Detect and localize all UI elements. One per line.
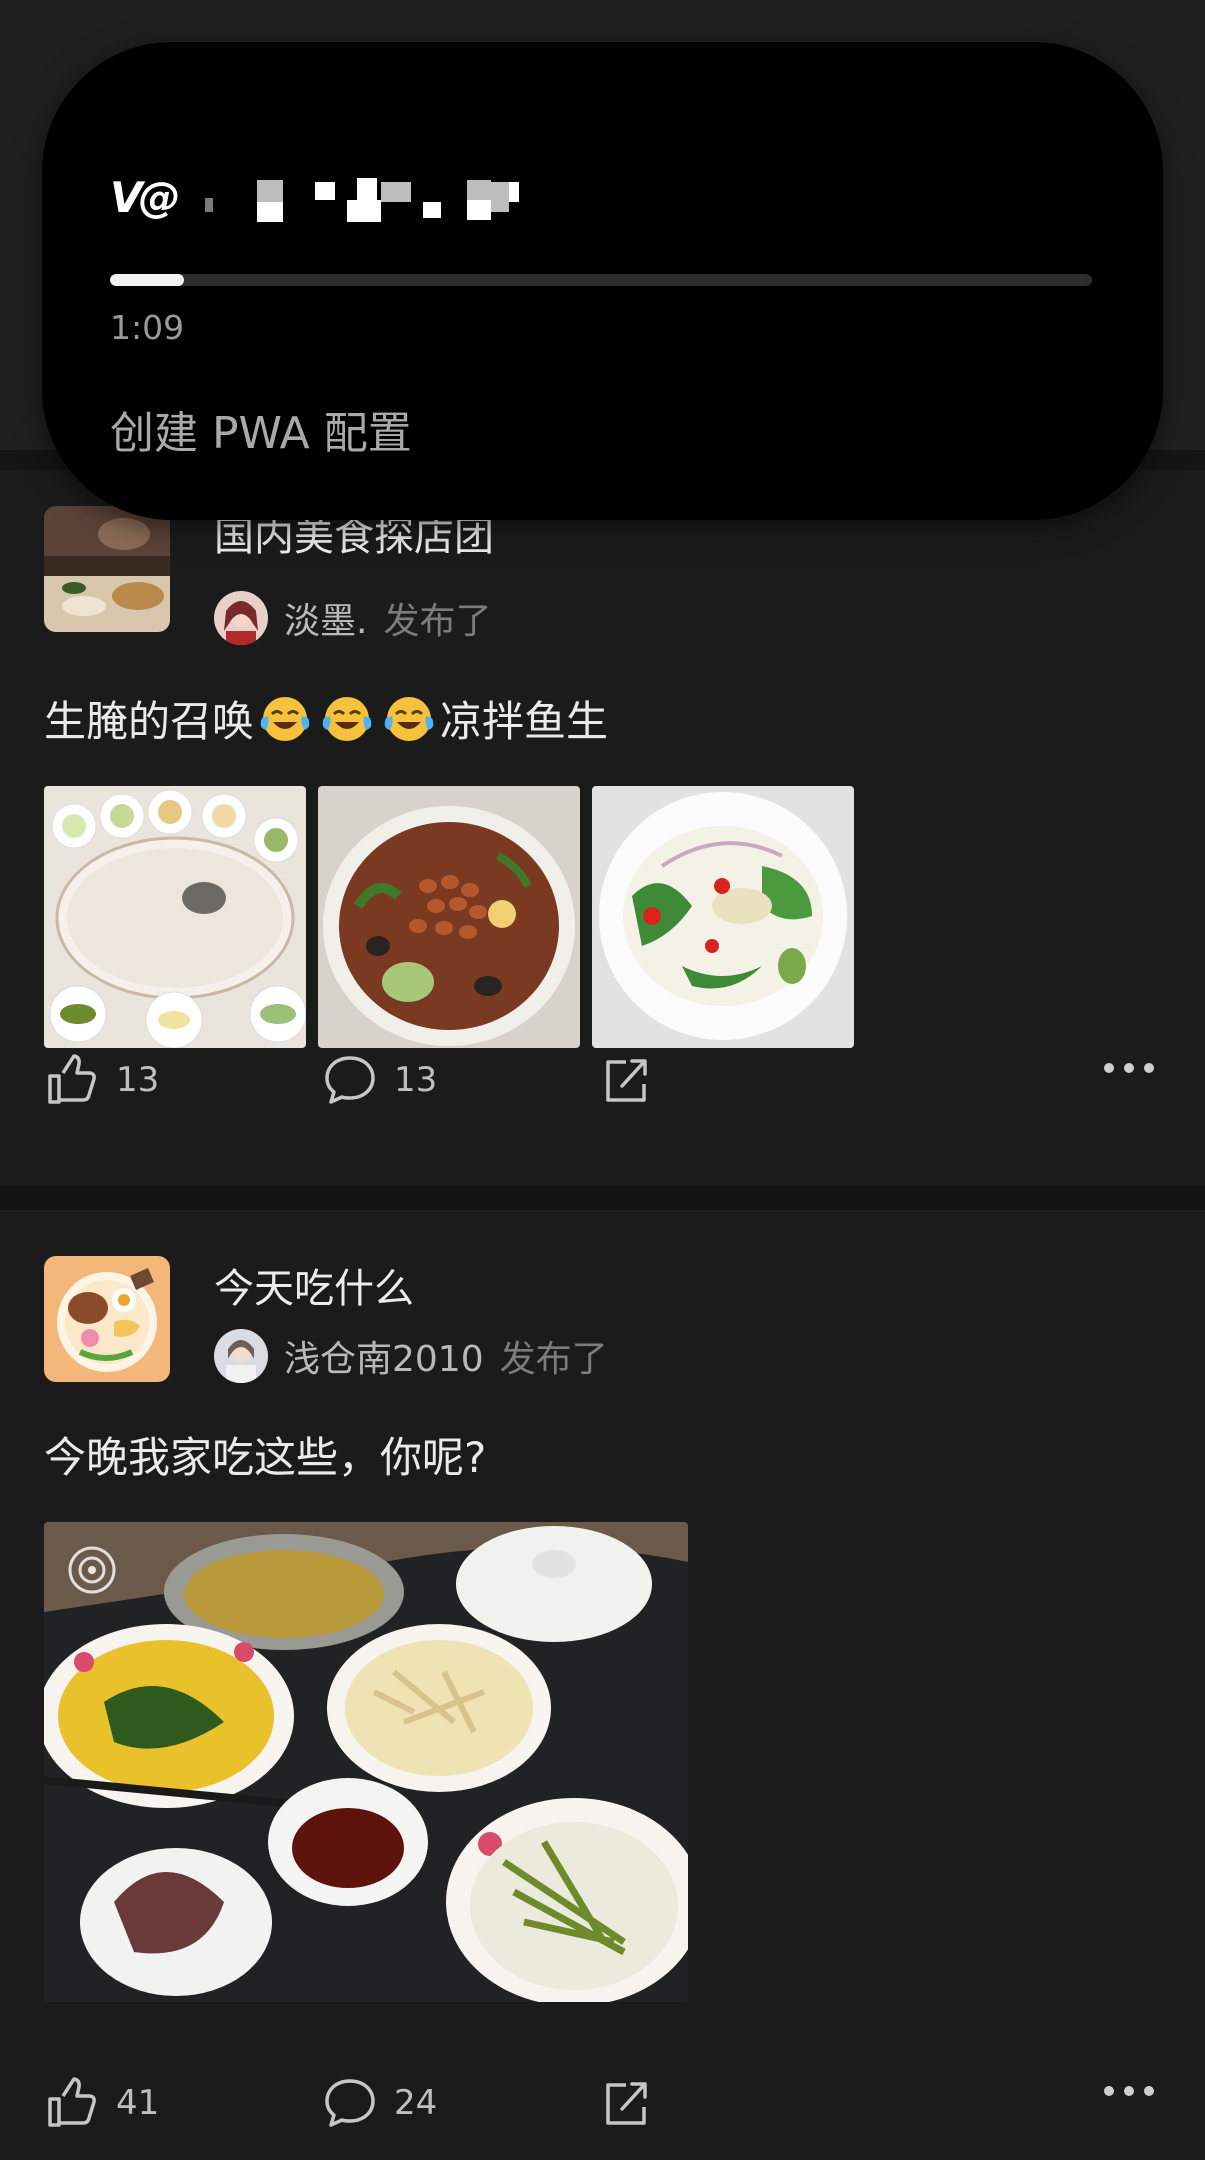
post-divider <box>0 1186 1205 1210</box>
post-actions: 41 24 <box>44 2068 1164 2138</box>
tears-of-joy-icon <box>260 696 310 741</box>
tears-of-joy-icon <box>322 696 372 741</box>
author-row[interactable]: 浅仓南2010 发布了 <box>214 1328 608 1384</box>
group-avatar[interactable] <box>44 1256 170 1382</box>
group-name[interactable]: 今天吃什么 <box>214 1256 414 1314</box>
activity-action-label[interactable]: 创建 PWA 配置 <box>110 397 412 461</box>
post-text-end: 凉拌鱼生 <box>440 697 609 746</box>
thumbs-up-icon <box>48 2077 96 2127</box>
playback-progress-bar[interactable] <box>110 274 1092 286</box>
comment-bubble-icon <box>325 2079 375 2127</box>
share-icon <box>606 1059 647 1102</box>
playback-progress-fill <box>110 274 184 286</box>
post-text[interactable]: 生腌的召唤 凉拌鱼生 <box>44 688 608 749</box>
track-title: V@ <box>110 162 810 232</box>
redacted-title-icon <box>185 172 565 222</box>
more-dot-icon <box>1124 1063 1134 1073</box>
user-name[interactable]: 浅仓南2010 <box>284 1330 484 1382</box>
more-dot-icon <box>1104 2086 1114 2096</box>
like-button[interactable]: 41 <box>44 2068 159 2138</box>
like-count: 13 <box>116 1060 160 1100</box>
tears-of-joy-icon <box>384 696 434 741</box>
user-avatar[interactable] <box>214 1329 268 1383</box>
user-avatar[interactable] <box>214 591 268 645</box>
thumbs-up-icon <box>48 1054 96 1104</box>
share-icon <box>606 2082 647 2125</box>
like-button[interactable]: 13 <box>44 1045 159 1115</box>
app-logo: V@ <box>110 172 180 222</box>
more-dot-icon <box>1144 1063 1154 1073</box>
post-image[interactable] <box>592 786 854 1048</box>
posted-label: 发布了 <box>499 1339 608 1380</box>
comment-button[interactable]: 24 <box>322 2068 437 2138</box>
more-dot-icon <box>1144 2086 1154 2096</box>
share-button[interactable] <box>598 2068 654 2138</box>
comment-bubble-icon <box>325 1056 375 1104</box>
post-text-start: 生腌的召唤 <box>44 697 255 746</box>
elapsed-time: 1:09 <box>110 308 185 347</box>
like-count: 41 <box>116 2083 160 2123</box>
share-button[interactable] <box>598 1045 654 1115</box>
group-avatar[interactable] <box>44 506 170 632</box>
comment-count: 24 <box>394 2083 438 2123</box>
post-image[interactable] <box>318 786 580 1048</box>
comment-count: 13 <box>394 1060 438 1100</box>
more-options-button[interactable] <box>1104 2086 1154 2096</box>
posted-label: 发布了 <box>383 601 492 642</box>
more-options-button[interactable] <box>1104 1063 1154 1073</box>
more-dot-icon <box>1124 2086 1134 2096</box>
user-name[interactable]: 淡墨. <box>284 592 367 644</box>
feed-screen: 国内美食探店团 淡墨. 发布了 生腌的召唤 凉拌鱼生 13 13 今天吃什么 浅… <box>0 0 1205 2160</box>
post-text[interactable]: 今晚我家吃这些，你呢? <box>44 1424 486 1485</box>
post-image[interactable] <box>44 786 306 1048</box>
more-dot-icon <box>1104 1063 1114 1073</box>
post-card[interactable]: 今天吃什么 浅仓南2010 发布了 今晚我家吃这些，你呢? 41 24 <box>0 1210 1205 2160</box>
post-image[interactable] <box>44 1522 688 2002</box>
comment-button[interactable]: 13 <box>322 1045 437 1115</box>
post-card[interactable]: 国内美食探店团 淡墨. 发布了 生腌的召唤 凉拌鱼生 13 13 <box>0 470 1205 1186</box>
author-row[interactable]: 淡墨. 发布了 <box>214 590 491 646</box>
live-activity-island[interactable]: V@ 1:09 创建 PWA 配置 <box>42 42 1163 520</box>
post-actions: 13 13 <box>44 1045 1164 1115</box>
